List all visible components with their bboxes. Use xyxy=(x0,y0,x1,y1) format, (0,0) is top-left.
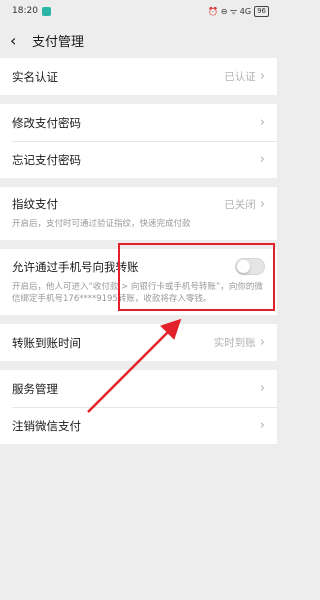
annotation-arrow-icon xyxy=(87,318,182,413)
